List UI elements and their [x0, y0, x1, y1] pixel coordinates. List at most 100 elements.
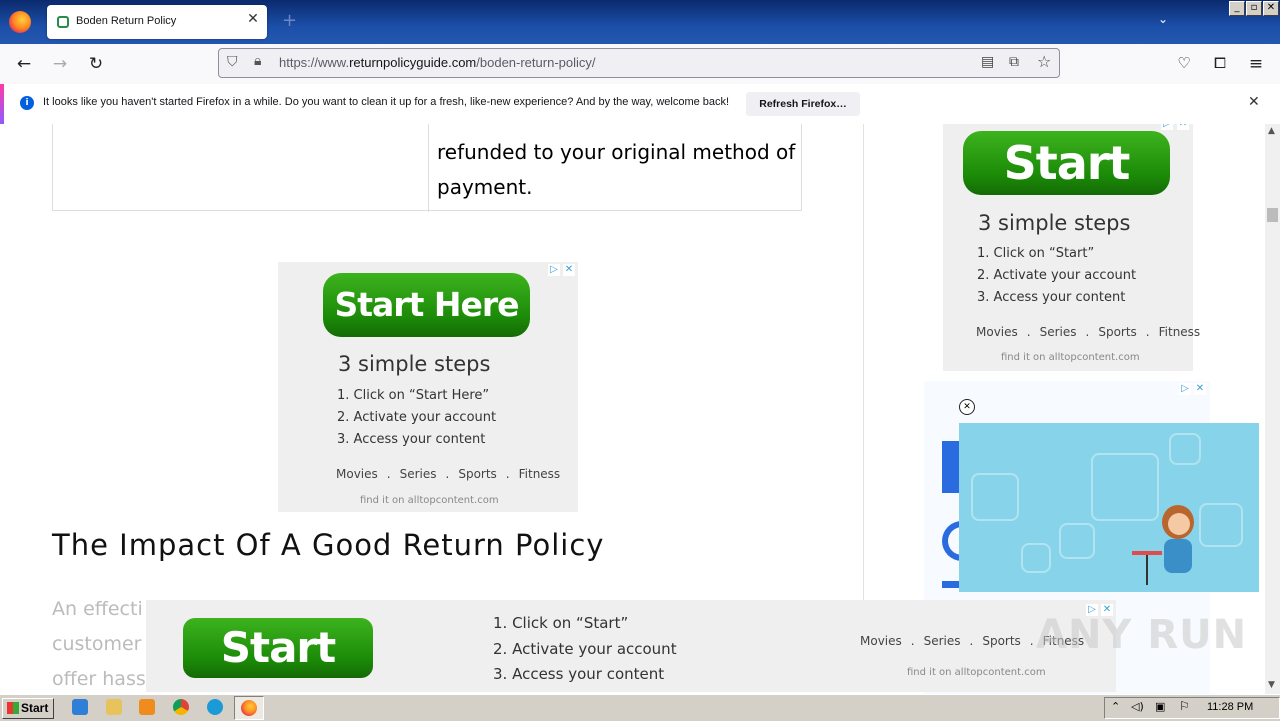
network-icon[interactable]: ▣	[1155, 700, 1165, 713]
tab-active[interactable]: Boden Return Policy ✕	[47, 5, 267, 39]
ad-category: Movies	[976, 325, 1018, 339]
reader-view-icon[interactable]: ▤	[981, 54, 994, 70]
cell-line: payment.	[437, 175, 533, 199]
notification-close-icon[interactable]: ✕	[1248, 94, 1260, 110]
tab-close-icon[interactable]: ✕	[244, 11, 262, 27]
refresh-firefox-button[interactable]: Refresh Firefox…	[746, 92, 860, 116]
ad-center[interactable]: ▷ ✕ Start Here 3 simple steps 1. Click o…	[278, 262, 578, 512]
lock-icon[interactable]: 🔒︎	[254, 53, 261, 69]
media-player-icon[interactable]	[139, 699, 155, 715]
ad-category: Fitness	[518, 467, 561, 481]
ad-categories: Movies . Series . Sports . Fitness	[976, 325, 1200, 339]
taskbar-firefox-button[interactable]	[234, 696, 264, 720]
ad-step: 3. Access your content	[337, 432, 486, 447]
start-button[interactable]: Start	[183, 618, 373, 678]
ad-footer: find it on alltopcontent.com	[1001, 352, 1140, 363]
ad-headline: 3 simple steps	[338, 352, 491, 376]
ad-category-sep: .	[386, 467, 391, 481]
minimize-window-button[interactable]: _	[1229, 1, 1245, 16]
tab-strip: Boden Return Policy ✕ + ⌄ _ ▫ ✕	[0, 0, 1280, 44]
ad-category-sep: .	[1085, 325, 1090, 339]
scroll-up-icon[interactable]: ▲	[1268, 126, 1275, 136]
info-icon: i	[20, 96, 34, 110]
page-scrollbar[interactable]: ▲ ▼	[1265, 124, 1280, 694]
scroll-thumb[interactable]	[1267, 208, 1278, 222]
ad-category: Series	[1039, 325, 1077, 339]
adchoices-icon[interactable]: ▷	[1161, 124, 1173, 130]
start-button[interactable]: Start	[2, 698, 54, 719]
ad-sidebar[interactable]: ▷ ✕ Start 3 simple steps 1. Click on “St…	[943, 124, 1200, 371]
ad-category: Series	[923, 634, 961, 648]
ad-step: 2. Activate your account	[337, 410, 497, 425]
notification-message: It looks like you haven't started Firefo…	[43, 96, 730, 108]
taskbar: Start ⌃ ◁) ▣ ⚐ 11:28 PM	[0, 694, 1280, 721]
ad-headline: 3 simple steps	[978, 211, 1131, 235]
menu-icon[interactable]: ≡	[1245, 54, 1267, 74]
anyrun-watermark: ANY RUN	[1036, 612, 1248, 658]
show-hidden-icons-icon[interactable]: ⌃	[1111, 700, 1120, 713]
action-center-flag-icon[interactable]: ⚐	[1179, 699, 1190, 713]
scroll-down-icon[interactable]: ▼	[1268, 680, 1275, 690]
tab-title: Boden Return Policy	[76, 15, 177, 27]
restore-window-button[interactable]: ▫	[1246, 1, 1262, 16]
section-heading: The Impact Of A Good Return Policy	[52, 528, 605, 562]
cell-line: refunded to your original method of	[437, 140, 796, 164]
ie-icon[interactable]	[72, 699, 88, 715]
ad-category-sep: .	[445, 467, 450, 481]
paragraph-line: customer	[52, 633, 142, 655]
shield-icon[interactable]: ⛉	[227, 54, 238, 70]
ad-category-sep: .	[910, 634, 915, 648]
reload-icon[interactable]: ↻	[85, 54, 107, 74]
ad-close-icon[interactable]: ✕	[563, 264, 575, 276]
edge-icon[interactable]	[207, 699, 223, 715]
ad-step: 1. Click on “Start Here”	[337, 388, 490, 403]
ad-category: Sports	[982, 634, 1021, 648]
adchoices-icon[interactable]: ▷	[548, 264, 560, 276]
adchoices-icon[interactable]: ▷	[1179, 383, 1191, 395]
ad-category: Movies	[336, 467, 378, 481]
ad-category: Movies	[860, 634, 902, 648]
table-cell-text: refunded to your original method of paym…	[437, 135, 797, 205]
notification-bar: i It looks like you haven't started Fire…	[0, 84, 1280, 125]
ad-close-icon[interactable]: ✕	[1194, 383, 1206, 395]
ad-close-icon[interactable]: ✕	[1177, 124, 1189, 130]
ad-category: Sports	[1098, 325, 1137, 339]
windows-logo-icon	[7, 702, 19, 714]
policy-table: refunded to your original method of paym…	[52, 124, 802, 212]
navigation-toolbar: ← → ↻ ⛉ 🔒︎ https://www.returnpolicyguide…	[0, 44, 1280, 84]
start-button[interactable]: Start	[963, 131, 1170, 195]
ad-step: 3. Access your content	[977, 290, 1126, 305]
volume-icon[interactable]: ◁)	[1131, 700, 1144, 713]
start-label: Start	[21, 701, 49, 715]
video-ad[interactable]	[959, 423, 1259, 592]
ad-category-sep: .	[1145, 325, 1150, 339]
ad-category-sep: .	[505, 467, 510, 481]
paragraph-line: An effecti	[52, 598, 143, 620]
ad-step: 3. Access your content	[493, 665, 665, 683]
site-favicon-icon	[57, 16, 69, 28]
ad-step: 1. Click on “Start”	[493, 614, 629, 632]
new-tab-icon[interactable]: +	[282, 10, 297, 31]
video-ad-close-icon[interactable]: ✕	[959, 399, 975, 415]
list-all-tabs-icon[interactable]: ⌄	[1158, 12, 1168, 26]
clock[interactable]: 11:28 PM	[1207, 701, 1253, 713]
back-icon[interactable]: ←	[13, 54, 35, 74]
ad-category: Sports	[458, 467, 497, 481]
forward-icon[interactable]: →	[49, 54, 71, 74]
ad-step: 2. Activate your account	[977, 268, 1137, 283]
paragraph-line: offer hass	[52, 668, 146, 690]
bookmark-star-icon[interactable]: ☆	[1037, 52, 1051, 71]
notification-accent	[0, 84, 4, 124]
chrome-icon[interactable]	[173, 699, 189, 715]
table-column-divider	[428, 124, 429, 212]
ad-bottom-sticky[interactable]: ▷ ✕ Start 1. Click on “Start” 2. Activat…	[146, 600, 1116, 692]
url-text[interactable]: https://www.returnpolicyguide.com/boden-…	[279, 55, 596, 70]
extensions-icon[interactable]: ⧠	[1209, 54, 1231, 72]
firefox-logo-icon[interactable]	[9, 11, 31, 33]
pocket-icon[interactable]: ♡	[1173, 54, 1195, 72]
url-bar[interactable]: ⛉ 🔒︎ https://www.returnpolicyguide.com/b…	[218, 48, 1060, 78]
close-window-button[interactable]: ✕	[1263, 1, 1279, 16]
start-here-button[interactable]: Start Here	[323, 273, 530, 337]
explorer-folder-icon[interactable]	[106, 699, 122, 715]
picture-in-picture-icon[interactable]: ⧉	[1009, 54, 1019, 70]
